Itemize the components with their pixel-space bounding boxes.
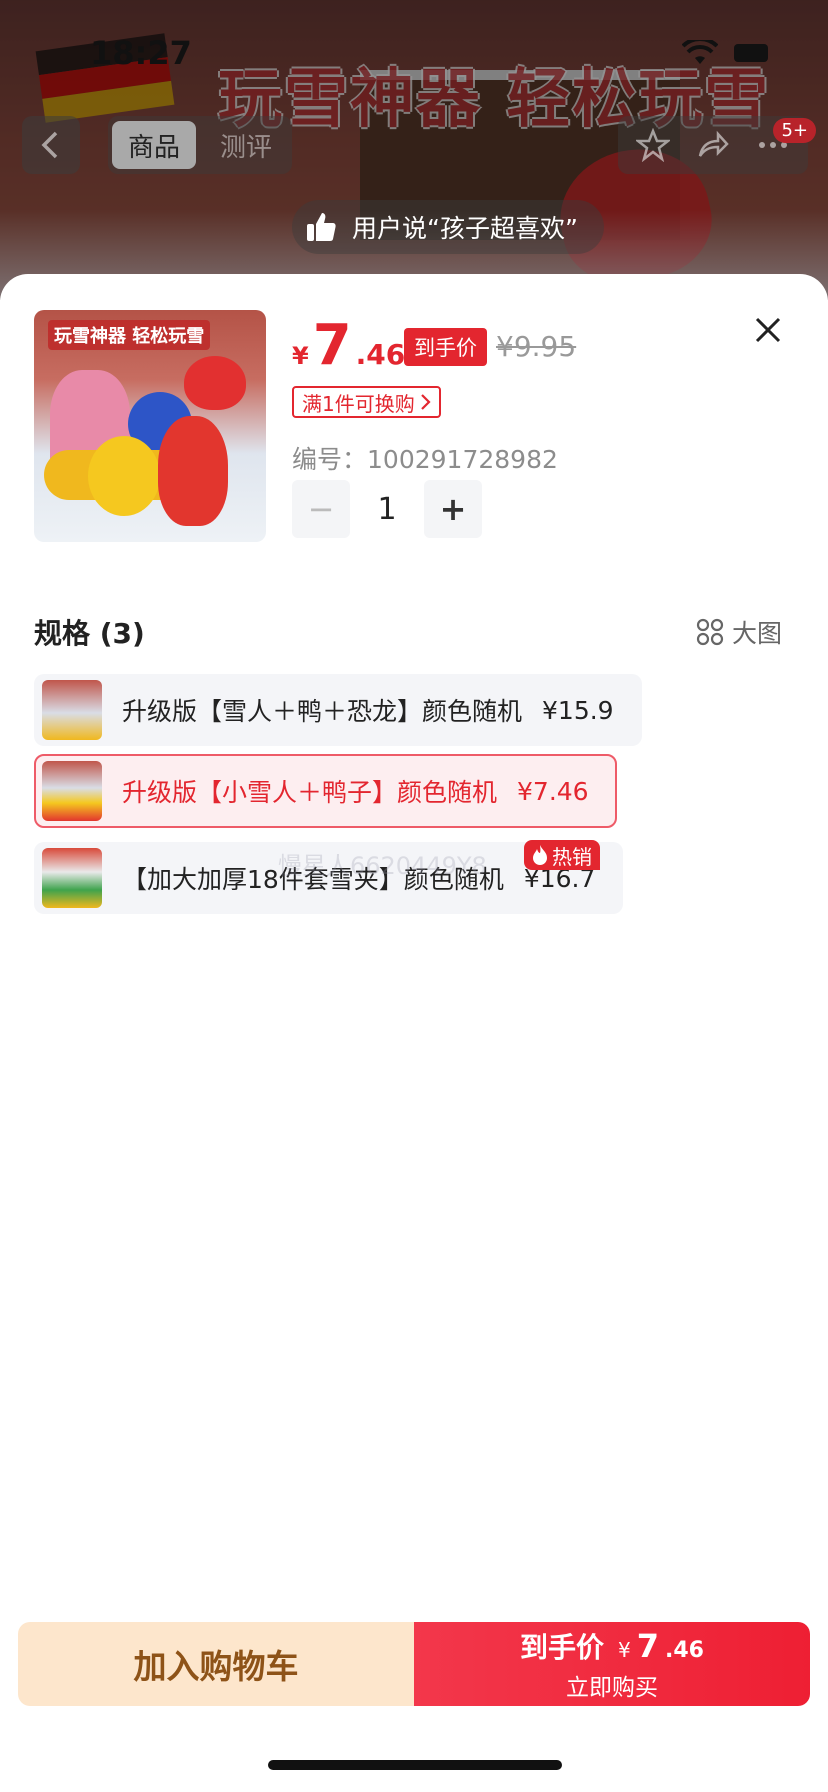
increase-quantity-button[interactable]: + [424, 480, 482, 538]
thumbs-up-icon [307, 213, 336, 241]
price-currency: ¥ [292, 342, 309, 370]
message-badge: 5+ [773, 118, 816, 143]
buy-now-price-label: 到手价 [520, 1631, 605, 1664]
buy-now-price-decimal: .46 [665, 1638, 704, 1663]
battery-icon [734, 44, 768, 62]
chevron-right-icon [420, 394, 431, 410]
spec-option-selected[interactable]: 升级版【小雪人＋鸭子】颜色随机 ¥7.46 [34, 754, 617, 828]
spec-option[interactable]: 升级版【雪人＋鸭＋恐龙】颜色随机 ¥15.9 [34, 674, 642, 746]
hot-sale-badge: 热销 [524, 840, 600, 870]
close-icon[interactable] [748, 310, 788, 350]
spec-option-thumbnail [42, 761, 102, 821]
flame-icon [533, 845, 547, 865]
status-icons [682, 40, 768, 66]
spec-section-title: 规格 (3) [34, 617, 145, 650]
review-quote-text: 用户说“孩子超喜欢” [352, 214, 578, 243]
spec-option-thumbnail [42, 848, 102, 908]
star-icon[interactable] [636, 128, 670, 162]
big-image-view-toggle[interactable]: 大图 [696, 614, 782, 650]
decrease-quantity-button[interactable]: − [292, 480, 350, 538]
heart-snow-mold-graphic [184, 356, 246, 410]
quantity-value[interactable]: 1 [376, 492, 398, 527]
review-quote-pill: 用户说“孩子超喜欢” [292, 200, 604, 254]
status-time: 18:27 [90, 34, 192, 72]
product-thumbnail[interactable]: 玩雪神器 轻松玩雪 [34, 310, 266, 542]
share-icon[interactable] [696, 128, 730, 162]
sku-number: 编号：100291728982 [292, 440, 558, 476]
page-tabs: 商品 测评 [108, 116, 293, 174]
swap-offer-text: 满1件可换购 [302, 391, 415, 416]
add-to-cart-button[interactable]: 加入购物车 [18, 1622, 414, 1706]
bottom-action-bar: 加入购物车 到手价 ¥ 7 .46 立即购买 [18, 1622, 810, 1706]
original-price: ¥9.95 [496, 330, 577, 363]
sku-number-label: 编号： [292, 445, 368, 474]
home-indicator[interactable] [268, 1760, 562, 1770]
big-image-view-label: 大图 [731, 619, 782, 648]
hot-sale-text: 热销 [552, 844, 592, 869]
buy-now-price-integer: 7 [636, 1627, 660, 1665]
tab-review[interactable]: 测评 [204, 121, 288, 169]
tab-product[interactable]: 商品 [112, 121, 197, 169]
thumbnail-title: 玩雪神器 轻松玩雪 [48, 320, 211, 350]
spec-option-label: 升级版【小雪人＋鸭子】颜色随机 [122, 778, 498, 807]
final-price-tag: 到手价 [404, 328, 487, 366]
buy-now-label: 立即购买 [566, 1675, 658, 1701]
buy-now-price-line: 到手价 ¥ 7 .46 [520, 1626, 704, 1666]
spec-option-label: 升级版【雪人＋鸭＋恐龙】颜色随机 [122, 697, 523, 726]
price-integer: 7 [312, 313, 352, 378]
sku-number-value: 100291728982 [367, 445, 558, 474]
watermark-text: 慢星人6620449Y8 [278, 852, 487, 880]
sku-selection-sheet: 玩雪神器 轻松玩雪 ¥ 7 .46 到手价 ¥9.95 满1件可换购 编号：10… [0, 274, 828, 1792]
spec-option-thumbnail [42, 680, 102, 740]
spec-option-price: ¥7.46 [517, 776, 589, 806]
buy-now-button[interactable]: 到手价 ¥ 7 .46 立即购买 [414, 1622, 810, 1706]
swap-offer-tag[interactable]: 满1件可换购 [292, 386, 441, 418]
buy-now-price-currency: ¥ [618, 1638, 631, 1662]
wifi-icon [682, 40, 718, 64]
spec-option-price: ¥15.9 [542, 695, 614, 725]
chevron-left-icon [41, 131, 58, 159]
back-button[interactable] [22, 116, 80, 174]
quantity-stepper: − 1 + [292, 480, 482, 538]
grid-view-icon [696, 618, 724, 646]
duck-snow-mold-graphic [88, 436, 160, 516]
price-decimal: .46 [355, 338, 406, 371]
snowman-snow-mold-graphic [158, 416, 228, 526]
current-price: ¥ 7 .46 [292, 318, 405, 374]
